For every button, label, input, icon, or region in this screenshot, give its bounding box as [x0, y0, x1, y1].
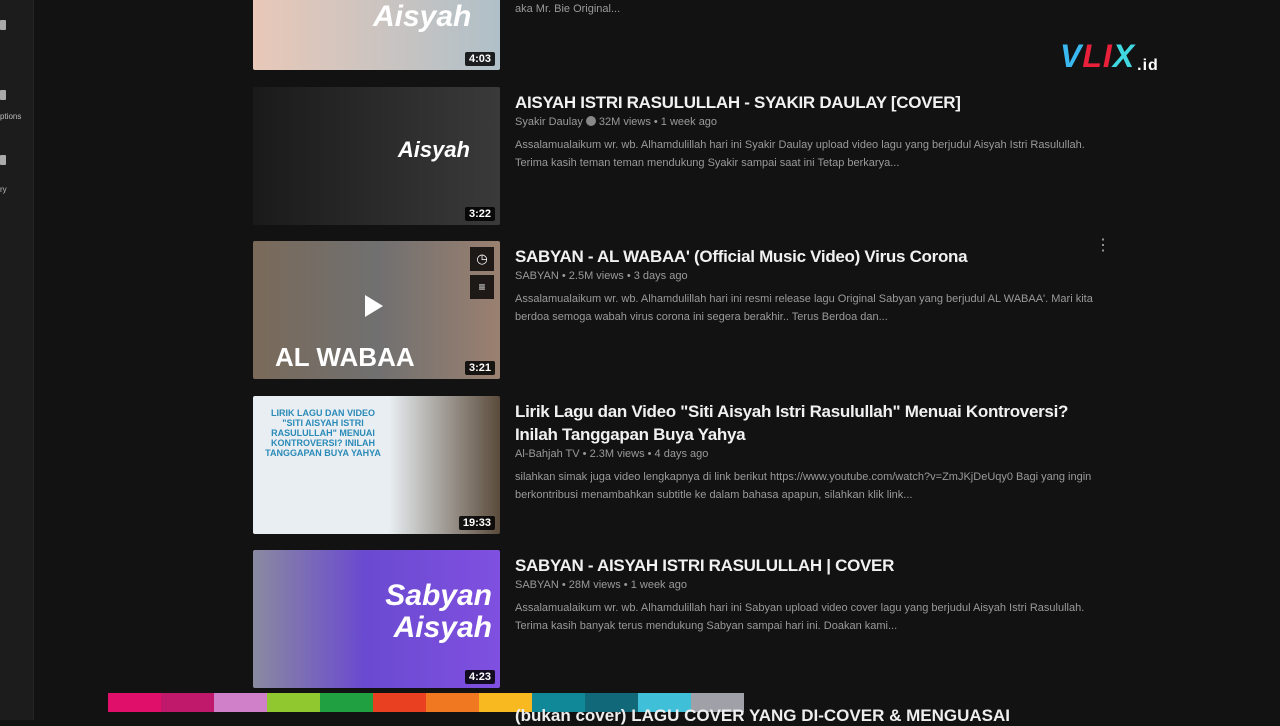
video-card[interactable]: Aisyah 3:22 AISYAH ISTRI RASULULLAH - SY…: [253, 87, 1153, 227]
thumbnail-text: LIRIK LAGU DAN VIDEO "SITI AISYAH ISTRI …: [265, 408, 381, 458]
color-segment: [214, 693, 267, 712]
video-meta: SABYAN • 2.5M views • 3 days ago: [515, 270, 688, 282]
video-title[interactable]: (bukan cover) LAGU COVER YANG DI-COVER &…: [515, 706, 1010, 726]
views-date: 2.3M views • 4 days ago: [589, 448, 709, 460]
video-meta: Al-Bahjah TV • 2.3M views • 4 days ago: [515, 448, 709, 460]
sidebar-item-library[interactable]: ry: [0, 155, 34, 195]
video-thumbnail[interactable]: AL WABAA ◷ ≡ 3:21: [253, 241, 500, 379]
video-description: silahkan simak juga video lengkapnya di …: [515, 471, 1092, 501]
library-icon: [0, 155, 6, 165]
color-segment: [161, 693, 214, 712]
views-date: 2.5M views • 3 days ago: [568, 270, 688, 282]
video-card[interactable]: AL WABAA ◷ ≡ 3:21 SABYAN - AL WABAA' (Off…: [253, 241, 1153, 381]
video-meta: Syakir Daulay 32M views • 1 week ago: [515, 116, 1115, 128]
add-to-queue-icon[interactable]: ≡: [470, 275, 494, 299]
video-thumbnail[interactable]: Aisyah 4:03: [253, 0, 500, 70]
views-date: 32M views • 1 week ago: [598, 116, 718, 128]
thumbnail-text: Aisyah: [397, 137, 470, 162]
video-description: aka Mr. Bie Original...: [515, 3, 621, 15]
sidebar: ng ptions ry: [0, 0, 34, 720]
color-segment: [267, 693, 320, 712]
color-segment: [426, 693, 479, 712]
channel-name[interactable]: Syakir Daulay: [515, 116, 583, 128]
video-thumbnail[interactable]: Aisyah 3:22: [253, 87, 500, 225]
sidebar-item-subscriptions[interactable]: ptions: [0, 90, 34, 130]
thumbnail-text: AL WABAA: [275, 342, 415, 372]
video-title[interactable]: SABYAN - AISYAH ISTRI RASULULLAH | COVER: [515, 554, 1115, 577]
duration-badge: 19:33: [458, 516, 495, 530]
video-card[interactable]: Aisyah 4:03 aka Mr. Bie Original...: [253, 0, 1153, 72]
color-segment: [373, 693, 426, 712]
video-description: Assalamualaikum wr. wb. Alhamdulillah ha…: [515, 139, 1085, 169]
video-thumbnail[interactable]: LIRIK LAGU DAN VIDEO "SITI AISYAH ISTRI …: [253, 396, 500, 534]
video-title[interactable]: Lirik Lagu dan Video "Siti Aisyah Istri …: [515, 400, 1115, 446]
thumbnail-text: Sabyan Aisyah: [385, 579, 492, 644]
watch-later-icon[interactable]: ◷: [470, 247, 494, 271]
video-thumbnail[interactable]: Sabyan Aisyah 4:23: [253, 550, 500, 688]
duration-badge: 3:21: [464, 361, 495, 375]
sidebar-item-trending[interactable]: ng: [0, 20, 34, 33]
logo-text: VLIX: [1060, 38, 1136, 74]
duration-badge: 3:22: [464, 207, 495, 221]
channel-name[interactable]: Al-Bahjah TV: [515, 448, 580, 460]
subscriptions-icon: [0, 90, 6, 100]
more-options-icon[interactable]: ⋮: [1095, 238, 1111, 254]
video-description: Assalamualaikum wr. wb. Alhamdulillah ha…: [515, 293, 1093, 323]
color-segment: [108, 693, 161, 712]
video-card[interactable]: LIRIK LAGU DAN VIDEO "SITI AISYAH ISTRI …: [253, 396, 1153, 536]
duration-badge: 4:03: [464, 52, 495, 66]
play-icon: [365, 295, 383, 317]
duration-badge: 4:23: [464, 670, 495, 684]
fire-icon: [0, 20, 6, 30]
video-meta: SABYAN • 28M views • 1 week ago: [515, 579, 687, 591]
thumbnail-text: Aisyah: [373, 0, 472, 33]
sidebar-label: ry: [0, 185, 7, 194]
video-title[interactable]: AISYAH ISTRI RASULULLAH - SYAKIR DAULAY …: [515, 91, 1115, 114]
verified-icon: [585, 116, 596, 126]
video-card[interactable]: Sabyan Aisyah 4:23 SABYAN - AISYAH ISTRI…: [253, 550, 1153, 690]
views-date: 28M views • 1 week ago: [568, 579, 687, 591]
color-segment: [320, 693, 373, 712]
channel-name[interactable]: SABYAN: [515, 270, 559, 282]
vlix-logo: VLIX .id: [1060, 38, 1159, 75]
video-title[interactable]: SABYAN - AL WABAA' (Official Music Video…: [515, 245, 1115, 268]
logo-suffix: .id: [1137, 57, 1159, 74]
sidebar-label: ptions: [0, 112, 22, 121]
channel-name[interactable]: SABYAN: [515, 579, 559, 591]
video-description: Assalamualaikum wr. wb. Alhamdulillah ha…: [515, 602, 1085, 632]
